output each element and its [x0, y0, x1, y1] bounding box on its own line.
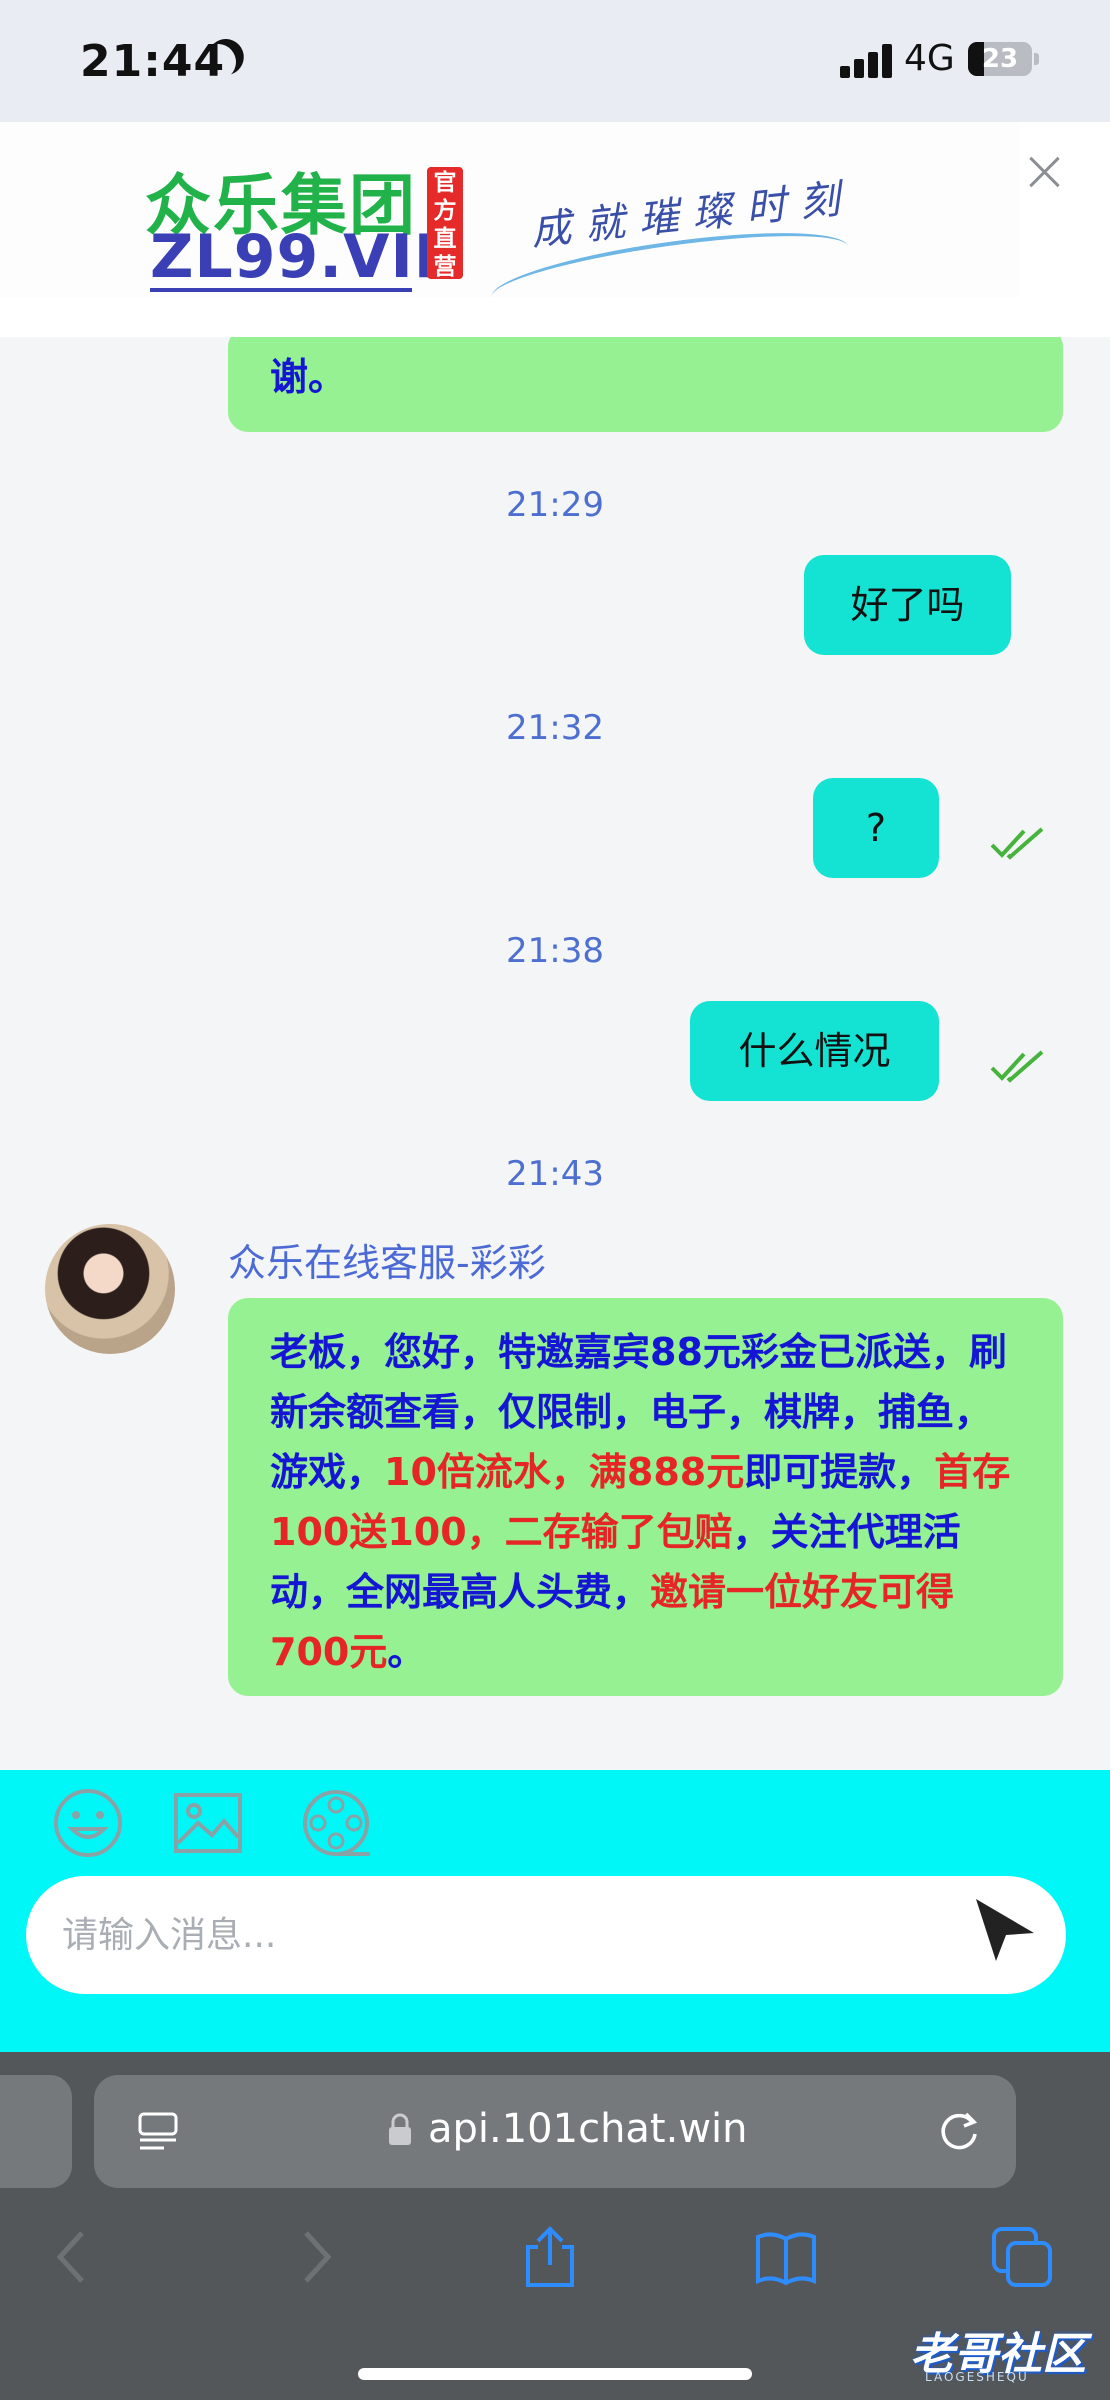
status-bar: 21:44 4G 23 [0, 0, 1110, 122]
forward-icon[interactable] [282, 2225, 346, 2289]
network-type: 4G [904, 38, 955, 79]
lock-icon [389, 2113, 411, 2145]
image-icon[interactable] [172, 1787, 244, 1859]
message-timestamp: 21:38 [506, 931, 604, 971]
share-icon[interactable] [518, 2225, 582, 2289]
message-timestamp: 21:43 [506, 1154, 604, 1194]
agent-name: 众乐在线客服-彩彩 [228, 1241, 546, 1285]
double-check-icon [990, 1050, 1044, 1083]
emoji-icon[interactable] [52, 1787, 124, 1859]
message-input[interactable] [26, 1876, 1066, 1994]
ad-tag: 官方直营 [427, 167, 463, 280]
message-bubble-incoming: 谢。 [228, 337, 1063, 432]
previous-tab[interactable] [0, 2075, 72, 2188]
send-icon[interactable] [970, 1895, 1040, 1965]
message-text: 谢。 [270, 355, 347, 399]
reload-icon[interactable] [936, 2108, 982, 2154]
tabs-icon[interactable] [990, 2225, 1054, 2289]
signal-icon [840, 44, 892, 78]
message-text-part: 即可提款， [744, 1450, 935, 1494]
watermark-sub: LAOGESHEQU [925, 2370, 1029, 2384]
bookmarks-icon[interactable] [754, 2225, 818, 2289]
video-icon[interactable] [300, 1787, 372, 1859]
message-bubble-outgoing: 什么情况 [690, 1001, 939, 1101]
ad-image[interactable]: 众乐集团 ZL99.VIP 官方直营 成就璀璨时刻 [0, 122, 1020, 327]
battery-level: 23 [981, 44, 1019, 74]
message-bubble-incoming: 老板，您好，特邀嘉宾88元彩金已派送，刷新余额查看，仅限制，电子，棋牌，捕鱼，游… [228, 1298, 1063, 1696]
message-text-part: 。 [387, 1630, 426, 1674]
ad-banner[interactable]: 众乐集团 ZL99.VIP 官方直营 成就璀璨时刻 [0, 122, 1110, 337]
reader-icon[interactable] [136, 2110, 180, 2154]
message-timestamp: 21:32 [506, 708, 604, 748]
double-check-icon [990, 827, 1044, 860]
ad-underline [150, 288, 412, 292]
avatar[interactable] [45, 1224, 175, 1354]
home-indicator[interactable] [358, 2368, 752, 2380]
battery-cap [1034, 53, 1039, 65]
ad-brand-site: ZL99.VIP [150, 222, 459, 292]
close-icon[interactable] [1025, 152, 1065, 192]
message-bubble-outgoing: ? [813, 778, 939, 878]
url-text[interactable]: api.101chat.win [428, 2106, 748, 2152]
back-icon[interactable] [42, 2225, 106, 2289]
message-text-highlight: 10倍流水，满888元 [384, 1450, 745, 1494]
message-timestamp: 21:29 [506, 485, 604, 525]
message-bubble-outgoing: 好了吗 [804, 555, 1011, 655]
battery-icon: 23 [968, 42, 1032, 76]
